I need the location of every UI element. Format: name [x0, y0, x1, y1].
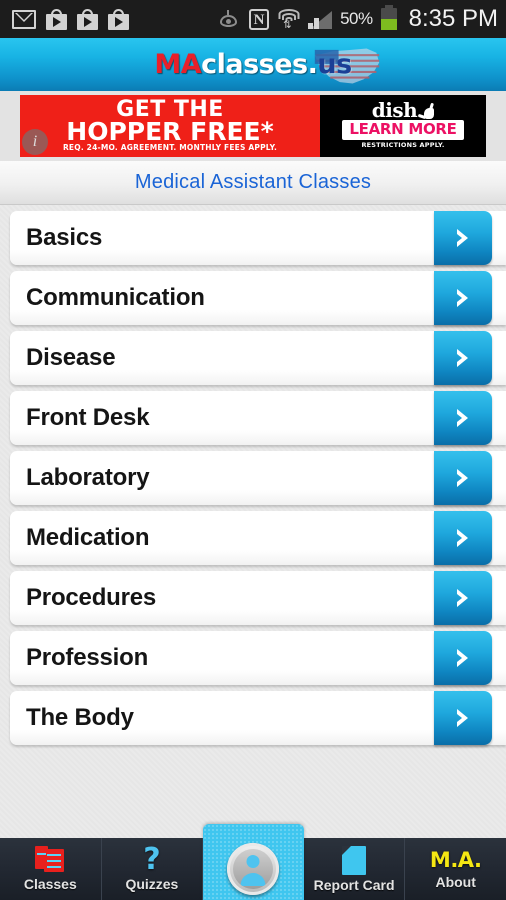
tab-about[interactable]: M.A. About	[405, 838, 506, 900]
app-root: N ⇅ 50% 8:35 PM MA classes. us GET THE H…	[0, 0, 506, 900]
logo-ma-text: MA	[154, 49, 202, 80]
class-list-item-label: Disease	[26, 344, 116, 371]
class-list-item-label: Communication	[26, 284, 205, 311]
ma-text-icon: M.A.	[429, 848, 482, 872]
class-list-item[interactable]: Front Desk	[10, 391, 506, 445]
gmail-icon	[12, 9, 36, 29]
wifi-icon: ⇅	[277, 8, 300, 31]
class-list-item-chevron-button[interactable]	[434, 691, 492, 745]
class-list-item-chevron-button[interactable]	[434, 571, 492, 625]
class-list-item-chevron-button[interactable]	[434, 631, 492, 685]
class-list-item-chevron-button[interactable]	[434, 211, 492, 265]
ad-info-icon[interactable]: i	[22, 129, 48, 155]
class-list-item[interactable]: Procedures	[10, 571, 506, 625]
logo-classes-text: classes.	[201, 49, 318, 80]
class-list-item-label: Front Desk	[26, 404, 150, 431]
play-store-icon	[108, 8, 129, 30]
tab-report-card-label: Report Card	[313, 876, 395, 893]
class-list-item-chevron-button[interactable]	[434, 331, 492, 385]
eye-icon	[217, 10, 241, 28]
class-list-scroll-area[interactable]: Basics Communication Disease Front Desk Labo…	[0, 205, 506, 838]
tab-about-label: About	[435, 874, 476, 890]
page-title: Medical Assistant Classes	[134, 171, 372, 193]
class-list-item-label: Medication	[26, 524, 150, 551]
class-list-item-label: Laboratory	[26, 464, 150, 491]
status-bar-right-icons: N ⇅ 50% 8:35 PM	[217, 5, 498, 33]
signal-icon	[308, 9, 333, 29]
tab-report-card[interactable]: Report Card	[304, 838, 406, 900]
ad-brand-row: dish	[371, 98, 435, 122]
ad-brand-name: dish	[371, 98, 418, 122]
bottom-tab-bar: Classes ? Quizzes Report Card M.A. About	[0, 824, 506, 900]
class-list-item-chevron-button[interactable]	[434, 511, 492, 565]
chevron-right-icon	[457, 349, 468, 367]
chevron-right-icon	[457, 649, 468, 667]
ad-banner[interactable]: GET THE HOPPER FREE* REQ. 24-MO. AGREEME…	[20, 95, 486, 157]
app-logo: MA classes. us	[154, 48, 380, 84]
class-list: Basics Communication Disease Front Desk Labo…	[0, 205, 506, 745]
status-bar-clock: 8:35 PM	[408, 5, 498, 32]
nfc-icon: N	[249, 8, 270, 30]
stacked-documents-icon	[35, 846, 65, 874]
logo-us-text: us	[317, 49, 352, 80]
battery-icon	[380, 5, 397, 30]
class-list-item[interactable]: Communication	[10, 271, 506, 325]
ad-brand-panel[interactable]: dish LEARN MORE RESTRICTIONS APPLY.	[320, 95, 486, 157]
ad-cta-button[interactable]: LEARN MORE	[342, 120, 464, 140]
ad-cta-label: LEARN MORE	[349, 120, 457, 138]
ad-zone: GET THE HOPPER FREE* REQ. 24-MO. AGREEME…	[0, 91, 506, 161]
battery-percent: 50%	[340, 9, 373, 28]
page-icon	[342, 845, 367, 875]
class-list-item-label: The Body	[26, 704, 134, 731]
class-list-item[interactable]: Medication	[10, 511, 506, 565]
chevron-right-icon	[457, 589, 468, 607]
play-store-icon	[46, 8, 67, 30]
status-bar: N ⇅ 50% 8:35 PM	[0, 0, 506, 38]
class-list-item-chevron-button[interactable]	[434, 391, 492, 445]
class-list-item[interactable]: The Body	[10, 691, 506, 745]
status-bar-left-icons	[12, 8, 129, 30]
tab-classes[interactable]: Classes	[0, 838, 102, 900]
ad-fine-print: REQ. 24-MO. AGREEMENT. MONTHLY FEES APPL…	[62, 142, 278, 152]
class-list-item-label: Profession	[26, 644, 149, 671]
chevron-right-icon	[457, 469, 468, 487]
class-list-item-label: Basics	[26, 224, 103, 251]
class-list-item[interactable]: Disease	[10, 331, 506, 385]
chevron-right-icon	[457, 289, 468, 307]
tab-classes-label: Classes	[23, 876, 77, 892]
tab-profile[interactable]	[203, 824, 304, 900]
chevron-right-icon	[457, 709, 468, 727]
class-list-item[interactable]: Laboratory	[10, 451, 506, 505]
ad-headline-line2: HOPPER FREE*	[66, 116, 274, 146]
ad-restrictions: RESTRICTIONS APPLY.	[361, 141, 445, 149]
class-list-item-label: Procedures	[26, 584, 157, 611]
class-list-item-chevron-button[interactable]	[434, 451, 492, 505]
app-header: MA classes. us	[0, 38, 506, 91]
tab-quizzes-label: Quizzes	[125, 876, 179, 892]
class-list-item[interactable]: Basics	[10, 211, 506, 265]
class-list-item[interactable]: Profession	[10, 631, 506, 685]
profile-avatar-icon[interactable]	[227, 843, 280, 895]
kangaroo-icon	[417, 102, 435, 120]
chevron-right-icon	[457, 229, 468, 247]
tab-quizzes[interactable]: ? Quizzes	[102, 838, 204, 900]
chevron-right-icon	[457, 409, 468, 427]
page-title-bar: Medical Assistant Classes	[0, 161, 506, 205]
question-mark-icon: ?	[143, 842, 161, 877]
chevron-right-icon	[457, 529, 468, 547]
play-store-icon	[77, 8, 98, 30]
ad-red-panel[interactable]: GET THE HOPPER FREE* REQ. 24-MO. AGREEME…	[20, 95, 320, 157]
class-list-item-chevron-button[interactable]	[434, 271, 492, 325]
